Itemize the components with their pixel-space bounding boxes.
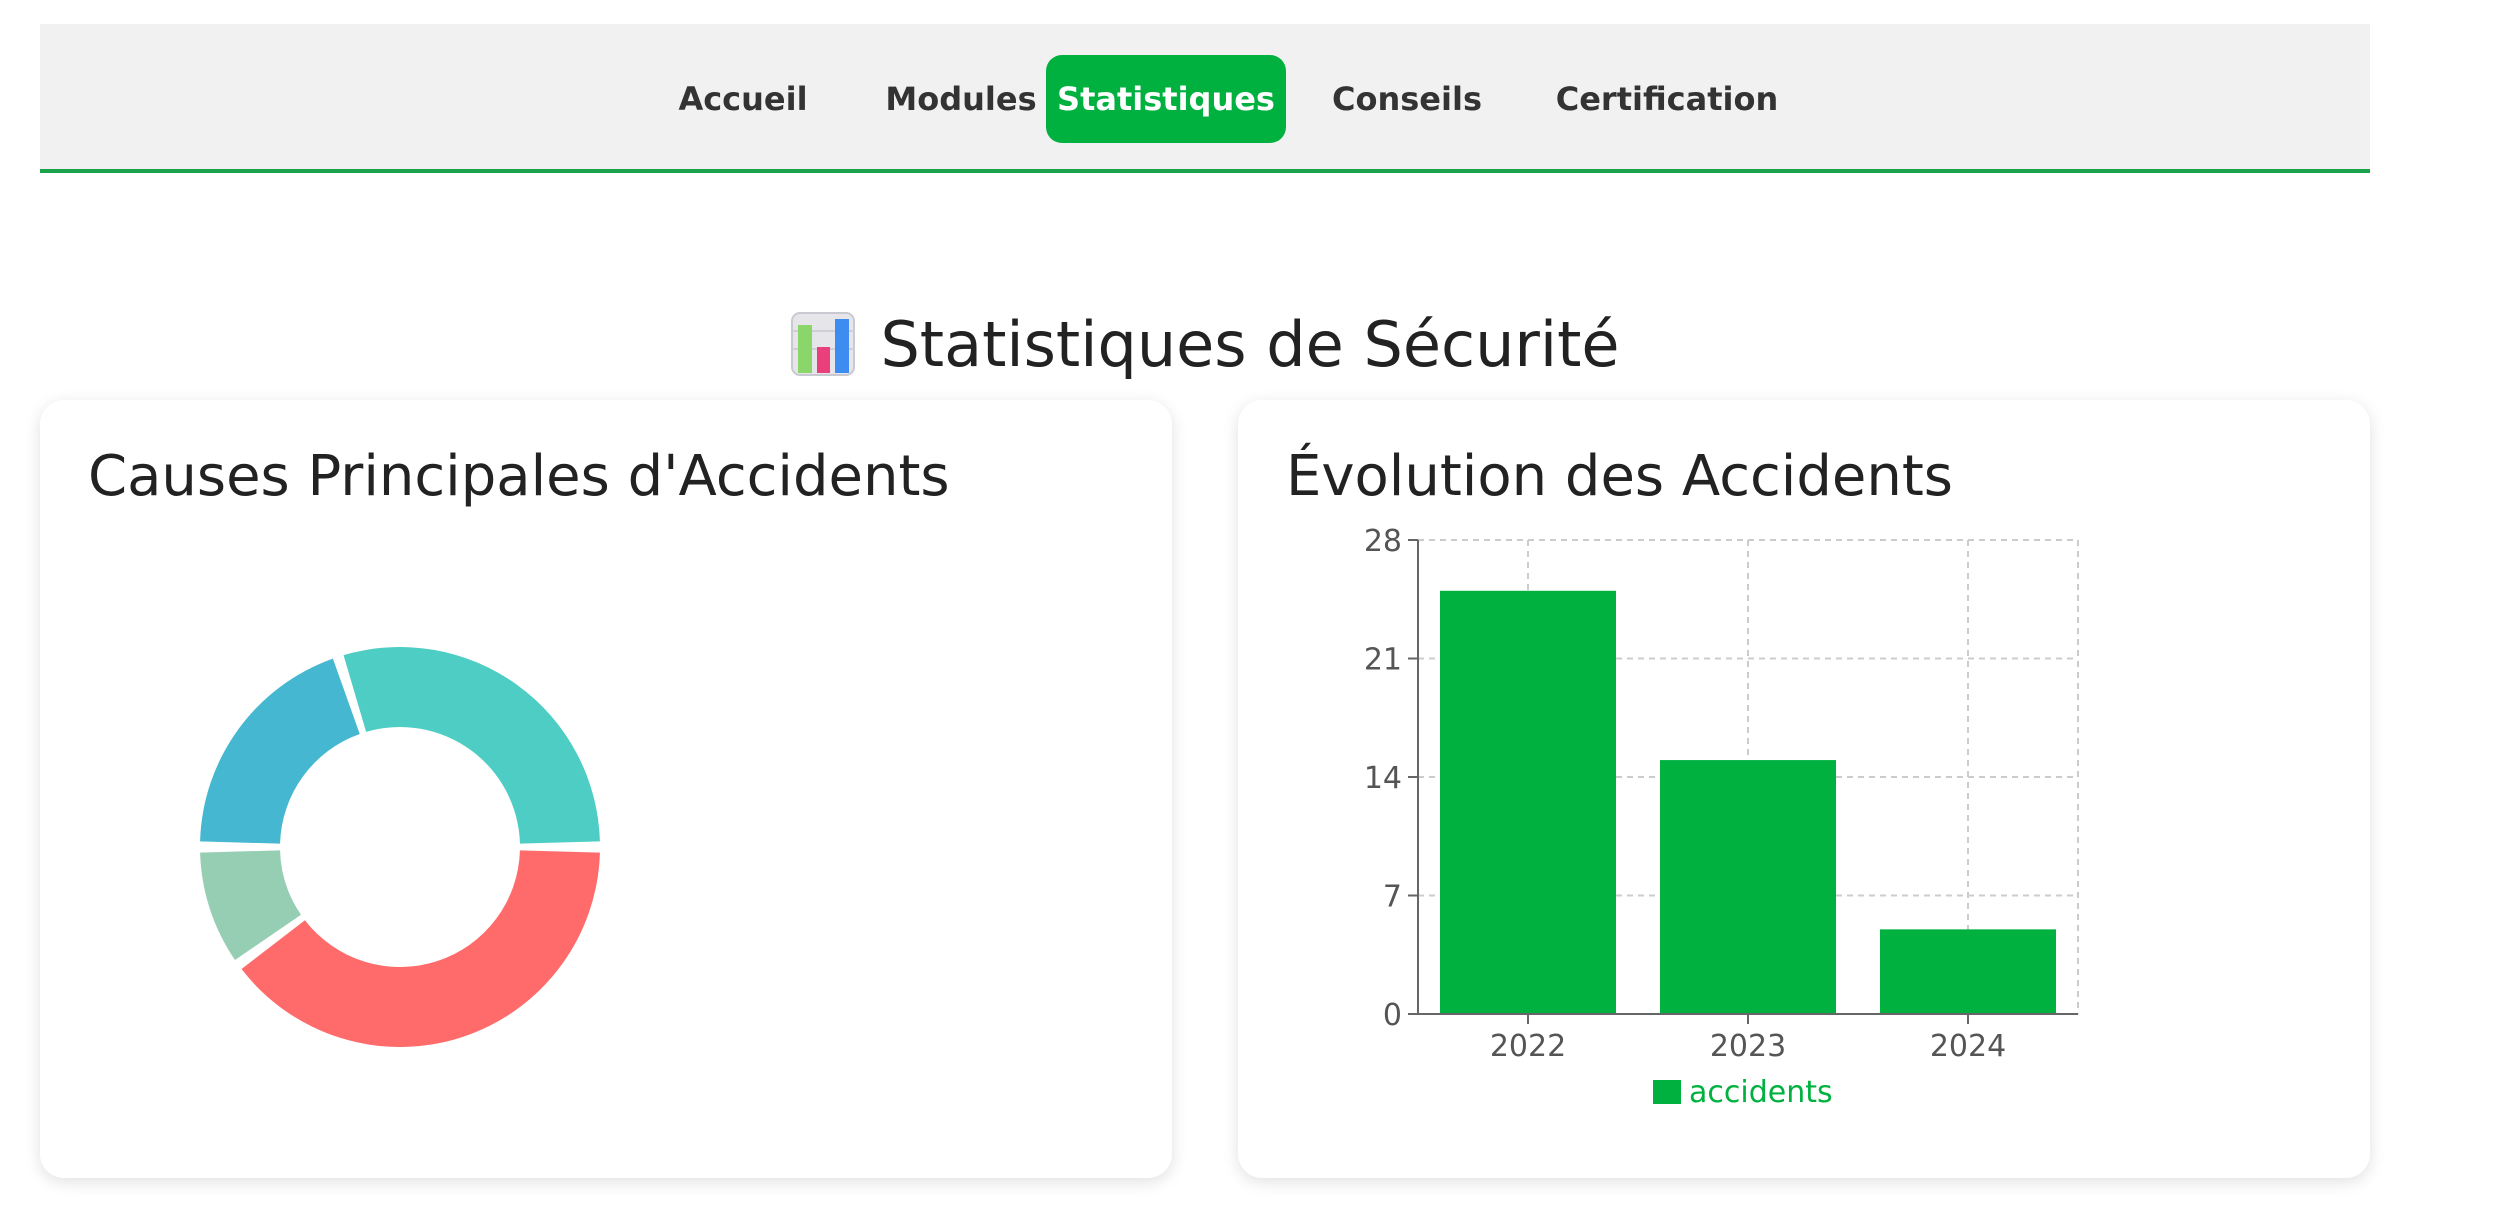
nav-accueil[interactable]: Accueil xyxy=(648,55,838,143)
x-tick-label: 2023 xyxy=(1710,1029,1786,1064)
legend-swatch[interactable] xyxy=(1653,1080,1681,1104)
legend-label[interactable]: accidents xyxy=(1689,1075,1833,1110)
evolution-bar-chart: 0 7 14 21 28 2022 2023 2024 accidents xyxy=(1364,524,2079,1110)
evolution-card: Évolution des Accidents 0 7 14 21 28 2022 2023… xyxy=(1238,400,2370,1178)
donut-slice-0 xyxy=(241,850,600,1047)
nav-statistiques[interactable]: Statistiques xyxy=(1046,55,1286,143)
nav-modules[interactable]: Modules xyxy=(852,55,1070,143)
y-tick-label: 28 xyxy=(1364,524,1402,559)
bar-2022 xyxy=(1440,590,1616,1014)
donut-slice-3 xyxy=(343,647,600,844)
y-tick-label: 7 xyxy=(1383,880,1402,915)
y-tick-label: 0 xyxy=(1383,998,1402,1033)
donut-slice-2 xyxy=(200,658,360,844)
page-title-text: Statistiques de Sécurité xyxy=(880,308,1620,381)
nav-conseils[interactable]: Conseils xyxy=(1302,55,1512,143)
bar-2024 xyxy=(1880,929,2056,1014)
causes-card: Causes Principales d'Accidents xyxy=(40,400,1172,1178)
x-tick-label: 2024 xyxy=(1930,1029,2006,1064)
bar-2023 xyxy=(1660,760,1836,1014)
nav-certification[interactable]: Certification xyxy=(1532,55,1802,143)
y-tick-label: 21 xyxy=(1364,643,1402,678)
y-tick-label: 14 xyxy=(1364,761,1402,796)
main-navbar: Accueil Modules Statistiques Conseils Ce… xyxy=(40,24,2370,173)
page-title: Statistiques de Sécurité xyxy=(0,300,2410,390)
causes-donut-chart xyxy=(200,647,600,1047)
bar-chart-emoji-icon xyxy=(791,311,856,376)
x-tick-label: 2022 xyxy=(1490,1029,1566,1064)
